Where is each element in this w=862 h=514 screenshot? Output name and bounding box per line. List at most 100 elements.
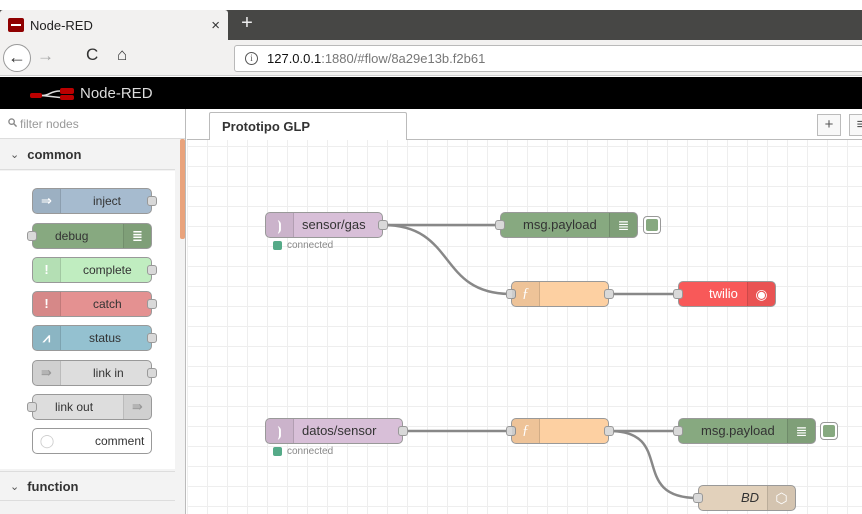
flow-menu-button[interactable]: ≡ <box>849 114 862 136</box>
palette-node-comment[interactable]: ◯ comment <box>32 428 152 454</box>
input-port[interactable] <box>693 493 703 503</box>
flow-node-label: twilio <box>709 286 738 301</box>
palette-node-label: inject <box>93 194 122 208</box>
input-port[interactable] <box>673 426 683 436</box>
flow-node-debug-msg-payload[interactable]: msg.payload ≣ <box>673 418 816 444</box>
link-arrow-icon: ⇛ <box>123 395 151 419</box>
browser-tab[interactable]: Node-RED × <box>0 10 228 40</box>
back-button[interactable]: ← <box>3 44 31 72</box>
node-red-header: Node-RED <box>0 77 862 109</box>
browser-tab-title: Node-RED <box>30 17 93 33</box>
palette-scrollbar[interactable] <box>180 139 185 239</box>
flow-node-bd[interactable]: BD ⬡ <box>693 485 796 511</box>
database-icon: ⬡ <box>767 486 795 510</box>
output-port <box>147 196 157 206</box>
output-port[interactable] <box>398 426 408 436</box>
palette-node-label: comment <box>95 434 145 448</box>
status-dot-icon <box>273 447 282 456</box>
chevron-down-icon: ⌄ <box>10 149 20 161</box>
browser-tab-bar: Node-RED × + <box>0 10 862 40</box>
output-port <box>147 299 157 309</box>
exclamation-icon: ! <box>33 258 61 282</box>
debug-icon: ≣ <box>609 213 637 237</box>
status-text: connected <box>287 240 334 251</box>
node-palette: ⌄ common ⇒ inject debug ≣ ! complete ! c… <box>0 109 186 514</box>
output-port <box>147 265 157 275</box>
url-bar[interactable]: i 127.0.0.1 :1880/#flow/8a29e13b.f2b61 <box>234 45 862 72</box>
palette-node-label: debug <box>55 229 89 243</box>
flow-node-sensor-gas[interactable]: ⦘ sensor/gas <box>265 212 388 238</box>
flow-node-label: msg.payload <box>701 423 775 438</box>
comment-bubble-icon: ◯ <box>39 433 55 448</box>
inject-icon: ⇒ <box>33 189 61 213</box>
input-port[interactable] <box>495 220 505 230</box>
new-tab-button[interactable]: + <box>236 12 258 36</box>
palette-node-link-in[interactable]: ⇛ link in <box>32 360 157 386</box>
status-text: connected <box>287 446 334 457</box>
palette-node-complete[interactable]: ! complete <box>32 257 157 283</box>
filter-nodes-input[interactable] <box>20 116 170 131</box>
node-red-logo-icon <box>30 88 74 100</box>
flow-node-label: sensor/gas <box>302 217 366 232</box>
node-status: connected <box>273 446 333 457</box>
add-flow-button[interactable]: + <box>817 114 841 136</box>
status-dot-icon <box>273 241 282 250</box>
palette-node-link-out[interactable]: link out ⇛ <box>27 394 152 420</box>
flow-node-debug-msg-payload[interactable]: msg.payload ≣ <box>495 212 638 238</box>
forward-button[interactable]: → <box>37 46 54 66</box>
mqtt-wave-icon: ⦘ <box>266 213 294 237</box>
output-port[interactable] <box>604 426 614 436</box>
chevron-down-icon: ⌄ <box>10 480 20 493</box>
palette-node-label: link out <box>55 400 94 414</box>
palette-node-inject[interactable]: ⇒ inject <box>32 188 157 214</box>
wire <box>382 223 512 296</box>
palette-node-catch[interactable]: ! catch <box>32 291 157 317</box>
browser-nav-bar: ← → C ⌂ i 127.0.0.1 :1880/#flow/8a29e13b… <box>0 40 862 76</box>
flow-node-function[interactable]: ƒ <box>506 418 614 444</box>
url-path: :1880/#flow/8a29e13b.f2b61 <box>321 51 486 66</box>
flow-node-label: BD <box>741 490 760 505</box>
flow-wires <box>382 223 699 500</box>
input-port <box>27 231 37 241</box>
category-common-header[interactable]: ⌄ common <box>0 140 175 170</box>
workspace-tabs: Prototipo GLP + ≡ <box>187 109 862 141</box>
flow-node-datos-sensor[interactable]: ⦘ datos/sensor <box>265 418 408 444</box>
flow-canvas[interactable]: ⦘ sensor/gas connected msg.payload ≣ ƒ t… <box>187 140 862 514</box>
mqtt-wave-icon: ⦘ <box>266 419 294 443</box>
flow-node-label: msg.payload <box>523 217 597 232</box>
input-port <box>27 402 37 412</box>
palette-search <box>0 109 185 139</box>
category-label: common <box>27 147 82 162</box>
function-icon: ƒ <box>512 282 540 306</box>
debug-icon: ≣ <box>123 224 151 248</box>
category-label: function <box>27 478 79 494</box>
input-port[interactable] <box>673 289 683 299</box>
category-function-header[interactable]: ⌄ function <box>0 471 175 501</box>
output-port[interactable] <box>604 289 614 299</box>
palette-node-label: complete <box>83 263 132 277</box>
flow-node-function[interactable]: ƒ <box>506 281 614 307</box>
link-arrow-icon: ⇛ <box>33 361 61 385</box>
reload-icon[interactable]: C <box>86 45 98 65</box>
close-tab-icon[interactable]: × <box>211 17 220 34</box>
palette-node-debug[interactable]: debug ≣ <box>27 223 152 249</box>
tab-prototipo-glp[interactable]: Prototipo GLP <box>209 112 407 141</box>
exclamation-icon: ! <box>33 292 61 316</box>
debug-icon: ≣ <box>787 419 815 443</box>
debug-toggle-button[interactable] <box>820 422 838 440</box>
flow-node-twilio[interactable]: twilio ◉ <box>673 281 776 307</box>
flow-node-label: datos/sensor <box>302 423 377 438</box>
output-port <box>147 333 157 343</box>
url-host: 127.0.0.1 <box>267 51 322 66</box>
search-icon <box>8 117 18 130</box>
home-icon[interactable]: ⌂ <box>117 45 127 65</box>
info-icon[interactable]: i <box>245 52 258 65</box>
output-port <box>147 368 157 378</box>
palette-node-label: status <box>89 331 122 345</box>
category-common-nodes: ⇒ inject debug ≣ ! complete ! catch ⩘ st… <box>0 171 175 469</box>
debug-toggle-button[interactable] <box>643 216 661 234</box>
output-port[interactable] <box>378 220 388 230</box>
palette-node-label: catch <box>93 297 122 311</box>
palette-node-status[interactable]: ⩘ status <box>32 325 157 351</box>
twilio-icon: ◉ <box>747 282 775 306</box>
